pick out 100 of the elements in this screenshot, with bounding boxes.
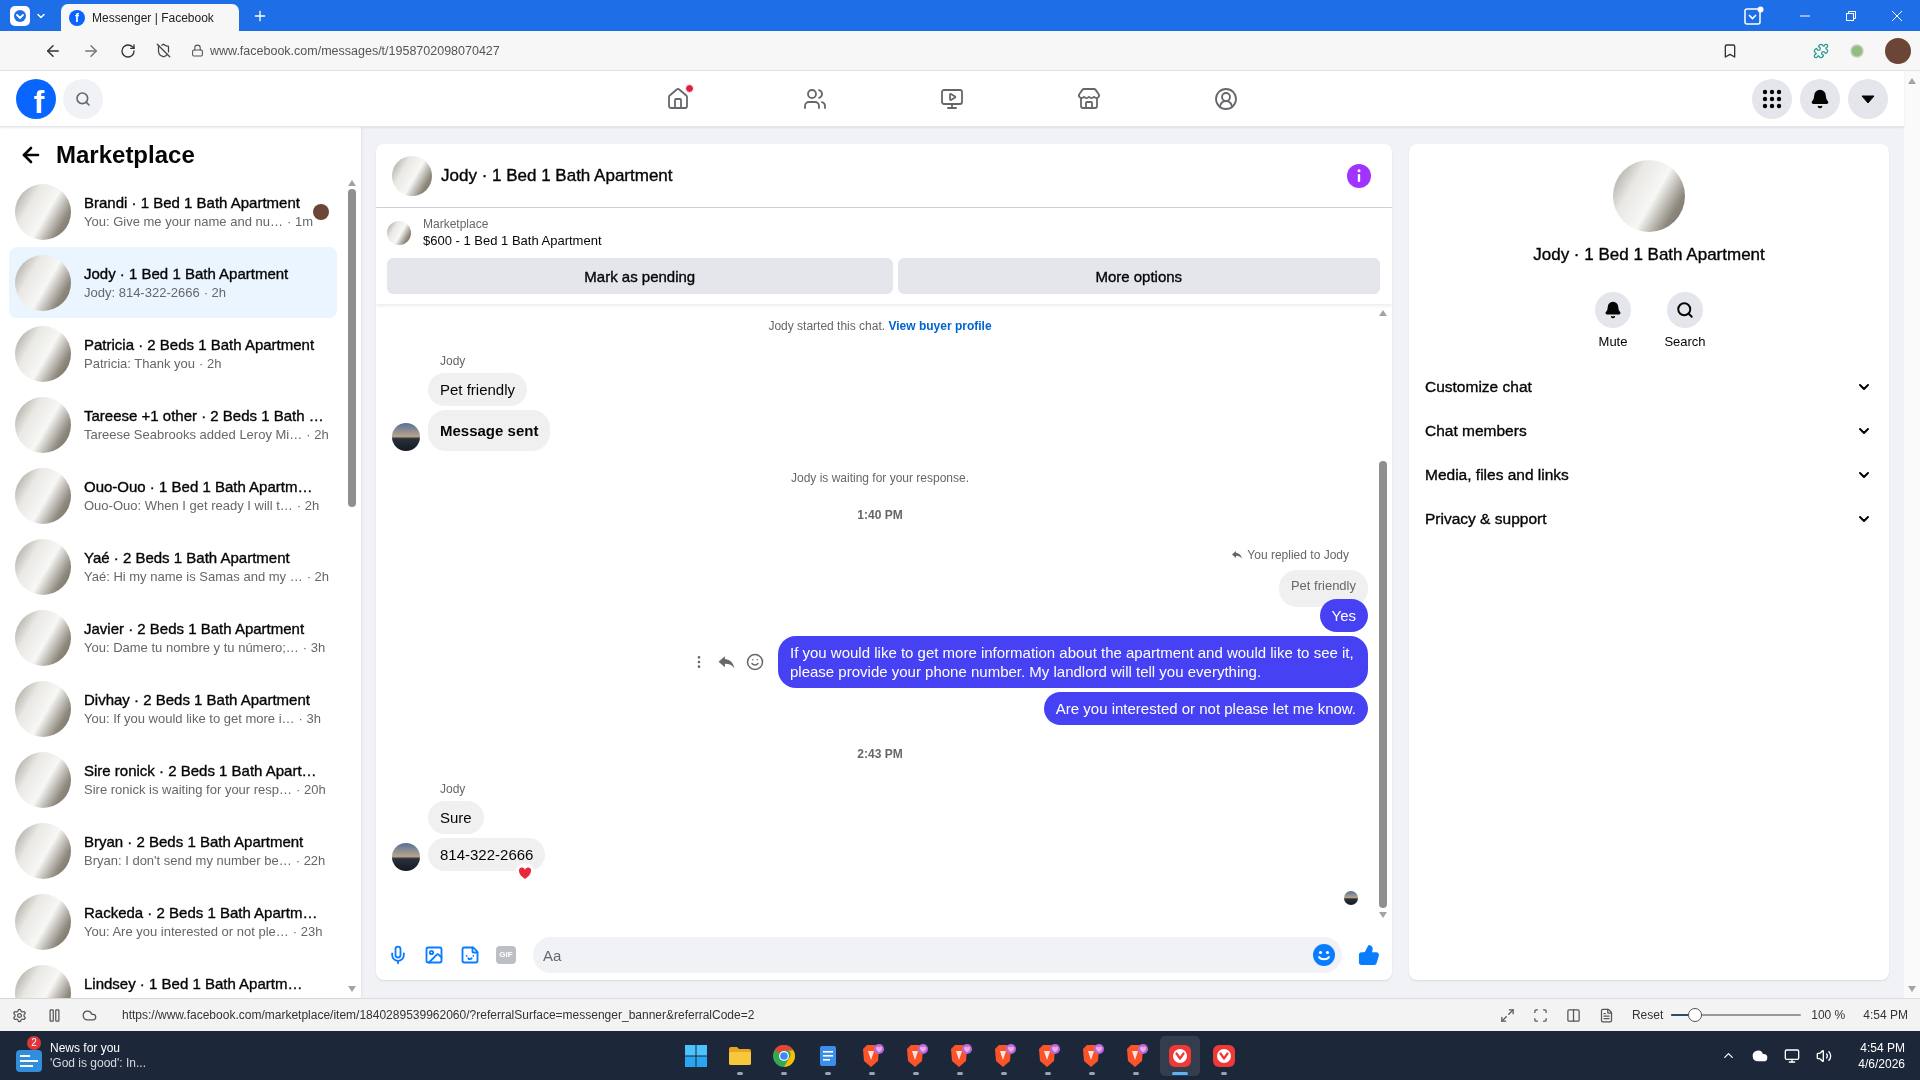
speaker-icon[interactable]: [1816, 1047, 1833, 1064]
bell-icon: [1604, 301, 1622, 319]
browser-icon[interactable]: [1168, 1043, 1192, 1068]
people-icon[interactable]: [803, 87, 827, 111]
emoji-icon[interactable]: [746, 653, 764, 671]
listing-button[interactable]: More options: [897, 258, 1380, 294]
clock: 4:54 PM: [1863, 1008, 1908, 1022]
conversation-title: Sire ronick · 2 Beds 1 Bath Apart…: [84, 761, 318, 780]
avatar-photo: [392, 843, 420, 871]
puzzle-icon[interactable]: [1813, 42, 1829, 59]
capture-icon[interactable]: [1532, 1007, 1548, 1023]
settings-icon[interactable]: [12, 1007, 27, 1023]
home-icon[interactable]: [666, 87, 690, 111]
message-preview: Patricia: Thank you: [84, 355, 196, 372]
columns-icon[interactable]: [1565, 1007, 1581, 1023]
conversation-item[interactable]: Tareese +1 other · 2 Beds 1 Bath … Tareese Seabrooks added Leroy Mi… · 2h: [9, 389, 337, 460]
dot-icon[interactable]: [1850, 43, 1864, 58]
conversation-title: Ouo-Ouo · 1 Bed 1 Bath Apartm…: [84, 477, 314, 496]
listing-name[interactable]: $600 - 1 Bed 1 Bath Apartment: [423, 232, 602, 250]
bookmark-icon[interactable]: [1722, 42, 1738, 59]
message-preview: Tareese Seabrooks added Leroy Mi…: [84, 426, 303, 443]
view-buyer-profile-link[interactable]: View buyer profile: [888, 319, 992, 333]
info-icon[interactable]: [1347, 163, 1371, 188]
menu-button[interactable]: [1752, 79, 1792, 119]
message-time: · 2h: [199, 355, 222, 372]
conversation-item[interactable]: Patricia · 2 Beds 1 Bath Apartment Patricia: Thank you · 2h: [9, 318, 337, 389]
tray-icon[interactable]: [1744, 5, 1764, 26]
conversation-item[interactable]: Brandi · 1 Bed 1 Bath Apartment You: Give me your name and nu… · 1m: [9, 176, 337, 247]
start-icon[interactable]: [684, 1043, 708, 1068]
sticker-icon[interactable]: [460, 945, 480, 965]
conversation-item[interactable]: Bryan · 2 Beds 1 Bath Apartment Bryan: I don't send my number be… · 22h: [9, 815, 337, 886]
browser-icon[interactable]: [772, 1043, 796, 1068]
conversation-item[interactable]: Sire ronick · 2 Beds 1 Bath Apart… Sire ronick is waiting for your resp… · 20h: [9, 744, 337, 815]
listing-button[interactable]: Mark as pending: [387, 258, 893, 294]
account-button[interactable]: [1848, 79, 1888, 119]
conversation-title: Yaé · 2 Beds 1 Bath Apartment: [84, 548, 291, 567]
close-icon[interactable]: [1892, 10, 1902, 21]
notification-badge: 2: [27, 1035, 41, 1050]
message-time: · 3h: [298, 710, 321, 727]
message-input[interactable]: Aa: [533, 937, 1342, 973]
conversation-item[interactable]: Divhay · 2 Beds 1 Bath Apartment You: If you would like to get more i… · 3h: [9, 673, 337, 744]
news-headline[interactable]: 'God is good': In...: [50, 1055, 146, 1071]
message-preview: Bryan: I don't send my number be…: [84, 852, 292, 869]
zoom-slider[interactable]: [1671, 1008, 1802, 1022]
address-field[interactable]: www.facebook.com/messages/t/1958702098070427: [210, 43, 500, 58]
profile-avatar[interactable]: [1885, 37, 1911, 64]
message-preview: Jody: 814-322-2666: [84, 284, 200, 301]
favicon: f: [69, 9, 85, 26]
conversation-item[interactable]: Javier · 2 Beds 1 Bath Apartment You: Dame tu nombre y tu número;… · 3h: [9, 602, 337, 673]
active-app-highlight[interactable]: [1160, 1035, 1200, 1076]
message-time: · 23h: [292, 923, 323, 940]
logo[interactable]: f: [16, 79, 56, 119]
page-icon[interactable]: [1598, 1007, 1614, 1023]
section-toggle[interactable]: Chat members: [1409, 409, 1889, 453]
conversation-title: Rackeda · 2 Beds 1 Bath Apartm…: [84, 903, 319, 922]
monitor-icon[interactable]: [1784, 1047, 1801, 1064]
thumbs-up-icon[interactable]: [1358, 944, 1380, 966]
reload-icon[interactable]: [120, 42, 136, 59]
sender-name: Jody: [439, 353, 466, 369]
sidebar-title: Marketplace: [56, 139, 195, 170]
user-circle-icon[interactable]: [1214, 87, 1238, 111]
message-preview: Sire ronick is waiting for your resp…: [84, 781, 293, 798]
message-preview: Yaé: Hi my name is Samas and my …: [84, 568, 303, 585]
message-preview: You: If you would like to get more i…: [84, 710, 295, 727]
pause-icon[interactable]: [47, 1007, 62, 1023]
news-icon[interactable]: [16, 1049, 42, 1072]
message-time: · 2h: [203, 284, 227, 301]
reply-icon: [1231, 549, 1244, 561]
incoming-message: Sure: [428, 801, 484, 834]
expand-icon[interactable]: [1499, 1007, 1515, 1023]
emoji-icon[interactable]: [1313, 944, 1335, 966]
zoom-level: 100 %: [1811, 1008, 1846, 1022]
cloud-icon[interactable]: [82, 1007, 97, 1023]
listing-source: Marketplace: [423, 216, 490, 232]
mute-button[interactable]: [1595, 292, 1631, 328]
scrollbar-thumb[interactable]: [348, 189, 356, 507]
incoming-message: Message sent: [428, 410, 551, 451]
scrollbar-thumb[interactable]: [1379, 461, 1387, 908]
microphone-icon[interactable]: [388, 945, 408, 965]
notifications-button[interactable]: [1800, 79, 1840, 119]
section-toggle[interactable]: Customize chat: [1409, 365, 1889, 409]
conversation-item[interactable]: Rackeda · 2 Beds 1 Bath Apartm… You: Are you interested or not ple… · 23h: [9, 886, 337, 957]
conversation-item[interactable]: Jody · 1 Bed 1 Bath Apartment Jody: 814-322-2666 · 2h: [9, 247, 337, 318]
browser-tab[interactable]: f Messenger | Facebook: [61, 4, 239, 31]
app-menu-icon[interactable]: [10, 5, 30, 26]
search-button[interactable]: [1667, 292, 1703, 328]
section-toggle[interactable]: Privacy & support: [1409, 497, 1889, 541]
conversation-item[interactable]: Yaé · 2 Beds 1 Bath Apartment Yaé: Hi my name is Samas and my … · 2h: [9, 531, 337, 602]
message-preview: You: Are you interested or not ple…: [84, 923, 289, 940]
zoom-slider-thumb[interactable]: [1687, 1008, 1702, 1022]
restore-icon[interactable]: [1846, 10, 1856, 21]
store-icon[interactable]: [1077, 87, 1101, 111]
browser-icon[interactable]: [1212, 1043, 1236, 1068]
reset-button[interactable]: Reset: [1631, 1008, 1664, 1022]
section-toggle[interactable]: Media, files and links: [1409, 453, 1889, 497]
shield-icon[interactable]: [156, 43, 171, 58]
news-title[interactable]: News for you: [50, 1040, 146, 1056]
conversation-item[interactable]: Ouo-Ouo · 1 Bed 1 Bath Apartm… Ouo-Ouo: When I get ready I will t… · 2h: [9, 460, 337, 531]
video-play-icon[interactable]: [940, 87, 964, 111]
image-icon[interactable]: [424, 945, 444, 965]
